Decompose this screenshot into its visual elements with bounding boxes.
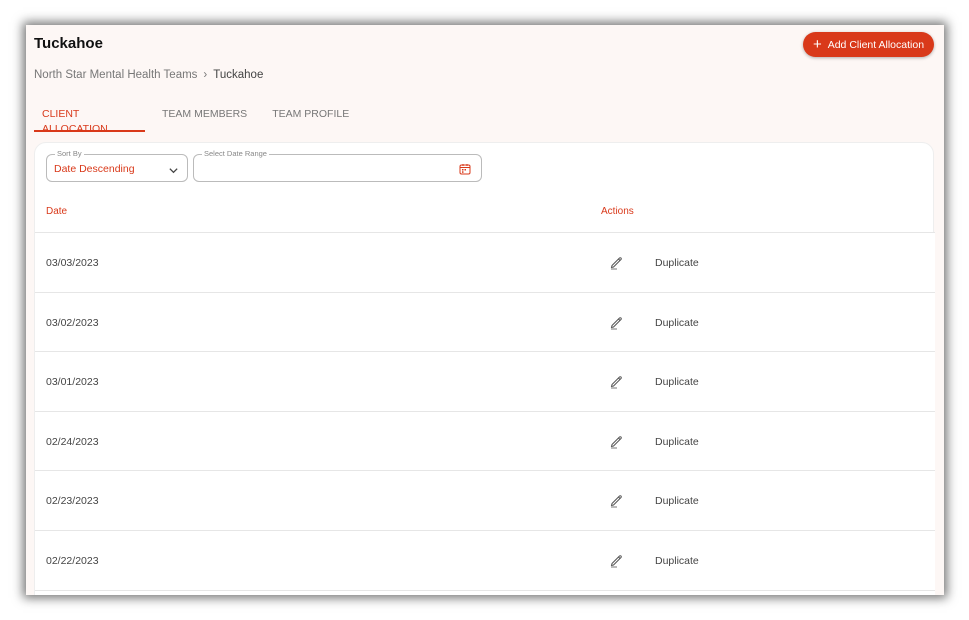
tab-bar: CLIENT ALLOCATION TEAM MEMBERS TEAM PROF… <box>34 107 366 135</box>
table-row: 03/01/2023 Duplicate <box>35 351 935 411</box>
date-column-header[interactable]: Date <box>46 206 67 217</box>
row-date: 03/03/2023 <box>46 257 99 269</box>
plus-icon: + <box>812 36 822 53</box>
table-row: 02/22/2023 Duplicate <box>35 529 935 590</box>
actions-column-header: Actions <box>601 206 634 217</box>
sort-by-value: Date Descending <box>54 163 135 175</box>
duplicate-button[interactable]: Duplicate <box>655 555 699 567</box>
allocation-panel: Sort By Date Descending Select Date Rang… <box>34 142 935 595</box>
table-row: 03/02/2023 Duplicate <box>35 291 935 352</box>
row-date: 02/24/2023 <box>46 435 99 448</box>
app-window: Tuckahoe + Add Client Allocation North S… <box>26 25 944 595</box>
duplicate-button[interactable]: Duplicate <box>655 257 699 269</box>
breadcrumb-current: Tuckahoe <box>213 69 264 81</box>
tab-client-allocation[interactable]: CLIENT ALLOCATION <box>34 107 145 135</box>
add-client-allocation-button[interactable]: + Add Client Allocation <box>803 32 934 57</box>
table-row: 02/24/2023 Duplicate <box>35 410 935 471</box>
sort-by-select[interactable]: Sort By Date Descending <box>46 149 188 182</box>
duplicate-button[interactable]: Duplicate <box>655 376 699 388</box>
sort-by-label: Sort By <box>55 149 84 159</box>
row-date: 02/22/2023 <box>46 554 99 567</box>
breadcrumb-parent[interactable]: North Star Mental Health Teams <box>34 69 197 81</box>
calendar-icon[interactable] <box>459 162 471 180</box>
breadcrumb-separator: › <box>203 69 208 81</box>
tab-team-members[interactable]: TEAM MEMBERS <box>154 107 255 132</box>
duplicate-button[interactable]: Duplicate <box>655 495 699 507</box>
row-date: 02/23/2023 <box>46 495 99 508</box>
add-client-allocation-label: Add Client Allocation <box>827 38 925 51</box>
chevron-down-icon <box>168 163 179 181</box>
date-range-label: Select Date Range <box>202 149 269 159</box>
page-title: Tuckahoe <box>34 35 103 52</box>
pencil-icon[interactable] <box>608 492 624 508</box>
row-date: 03/01/2023 <box>46 376 99 389</box>
tab-team-profile[interactable]: TEAM PROFILE <box>264 107 357 132</box>
breadcrumb: North Star Mental Health Teams › Tuckaho… <box>34 69 263 81</box>
table-row: 03/03/2023 Duplicate <box>35 232 935 292</box>
pencil-icon[interactable] <box>608 254 624 270</box>
pencil-icon[interactable] <box>608 373 624 389</box>
pencil-icon[interactable] <box>608 314 624 330</box>
row-date: 03/02/2023 <box>46 316 99 329</box>
duplicate-button[interactable]: Duplicate <box>655 317 699 329</box>
table-row-partial <box>35 589 935 595</box>
pencil-icon[interactable] <box>608 552 624 568</box>
date-range-input[interactable]: Select Date Range <box>193 149 482 182</box>
pencil-icon[interactable] <box>608 433 624 449</box>
duplicate-button[interactable]: Duplicate <box>655 436 699 448</box>
allocation-table: 03/03/2023 Duplicate 03/02/2023 Duplicat… <box>35 232 935 595</box>
table-row: 02/23/2023 Duplicate <box>35 470 935 530</box>
